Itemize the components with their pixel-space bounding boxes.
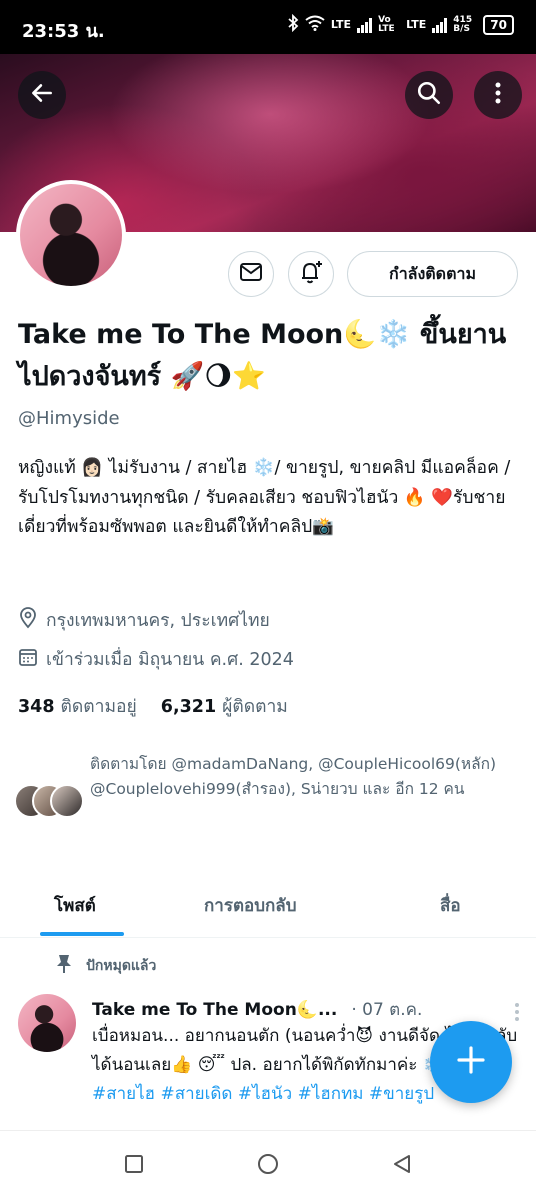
battery-indicator: 70	[483, 14, 514, 35]
profile-bio: หญิงแท้ 👩🏻 ไม่รับงาน / สายไฮ ❄️/ ขายรูป,…	[18, 458, 511, 537]
followers-label: ผู้ติดตาม	[222, 697, 288, 717]
triangle-back-icon	[391, 1153, 413, 1179]
home-button[interactable]	[251, 1149, 285, 1183]
status-time: 23:53 น.	[22, 21, 105, 42]
following-link[interactable]: 348 ติดตามอยู่	[18, 692, 137, 720]
more-vertical-icon	[494, 81, 502, 109]
bell-plus-icon	[298, 259, 324, 289]
display-name: Take me To The Moon🌜❄️ ขึ้นยานไปดวงจันทร…	[18, 319, 507, 392]
post-avatar[interactable]	[18, 994, 76, 1052]
network-label-3: LTE	[406, 18, 427, 31]
post-author: Take me To The Moon🌜...	[92, 999, 338, 1020]
followers-link[interactable]: 6,321 ผู้ติดตาม	[161, 692, 288, 720]
pinned-indicator: ปักหมุดแล้ว	[56, 954, 156, 978]
location-text: กรุงเทพมหานคร, ประเทศไทย	[46, 611, 270, 631]
circle-icon	[256, 1152, 280, 1180]
compose-button[interactable]	[430, 1021, 512, 1103]
search-button[interactable]	[405, 71, 453, 119]
wifi-icon	[305, 15, 325, 34]
back-button[interactable]	[18, 71, 66, 119]
back-nav-button[interactable]	[385, 1149, 419, 1183]
followed-by-text: ติดตามโดย @madamDaNang, @CoupleHicool69(…	[90, 755, 497, 798]
plus-icon	[456, 1045, 486, 1079]
network-label-2: Vo LTE	[378, 14, 395, 34]
signal-icon	[357, 17, 373, 33]
mail-icon	[239, 262, 263, 286]
post-header: Take me To The Moon🌜... · 07 ต.ค.	[92, 996, 522, 1023]
square-icon	[124, 1154, 144, 1178]
recent-apps-button[interactable]	[117, 1149, 151, 1183]
follow-counts: 348 ติดตามอยู่ 6,321 ผู้ติดตาม	[18, 692, 288, 720]
arrow-left-icon	[29, 80, 55, 110]
pin-icon	[56, 954, 72, 978]
signal-icon-2	[432, 17, 448, 33]
follower-avatar	[50, 784, 84, 818]
tab-media[interactable]: สื่อ	[440, 892, 461, 919]
status-bar: 23:53 น. LTE Vo LTE LTE 415 B/S 70	[0, 0, 536, 54]
profile-avatar[interactable]	[16, 180, 126, 290]
pinned-label: ปักหมุดแล้ว	[86, 958, 157, 974]
user-handle: @Himyside	[18, 408, 120, 429]
profile-tabs: โพสต์ การตอบกลับ สื่อ	[0, 872, 536, 938]
notifications-button[interactable]	[288, 251, 334, 297]
active-tab-indicator	[40, 932, 124, 936]
tab-posts[interactable]: โพสต์	[54, 892, 96, 919]
tab-replies[interactable]: การตอบกลับ	[204, 892, 297, 919]
bluetooth-icon	[287, 13, 299, 35]
status-icons: LTE Vo LTE LTE 415 B/S 70	[287, 13, 514, 35]
location-pin-icon	[18, 606, 38, 634]
data-speed: 415 B/S	[453, 14, 473, 34]
post-date: · 07 ต.ค.	[351, 1000, 423, 1020]
profile-joined: เข้าร่วมเมื่อ มิถุนายน ค.ศ. 2024	[18, 645, 294, 673]
network-label-1: LTE	[330, 18, 352, 31]
following-label: ติดตามอยู่	[60, 697, 137, 717]
system-navigation-bar	[0, 1130, 536, 1200]
following-button[interactable]: กำลังติดตาม	[347, 251, 518, 297]
profile-location: กรุงเทพมหานคร, ประเทศไทย	[18, 606, 270, 634]
following-count: 348	[18, 697, 55, 717]
joined-text: เข้าร่วมเมื่อ มิถุนายน ค.ศ. 2024	[46, 650, 294, 670]
message-button[interactable]	[228, 251, 274, 297]
followers-count: 6,321	[160, 697, 217, 717]
calendar-icon	[18, 647, 38, 672]
search-icon	[416, 80, 442, 110]
more-options-button[interactable]	[474, 71, 522, 119]
